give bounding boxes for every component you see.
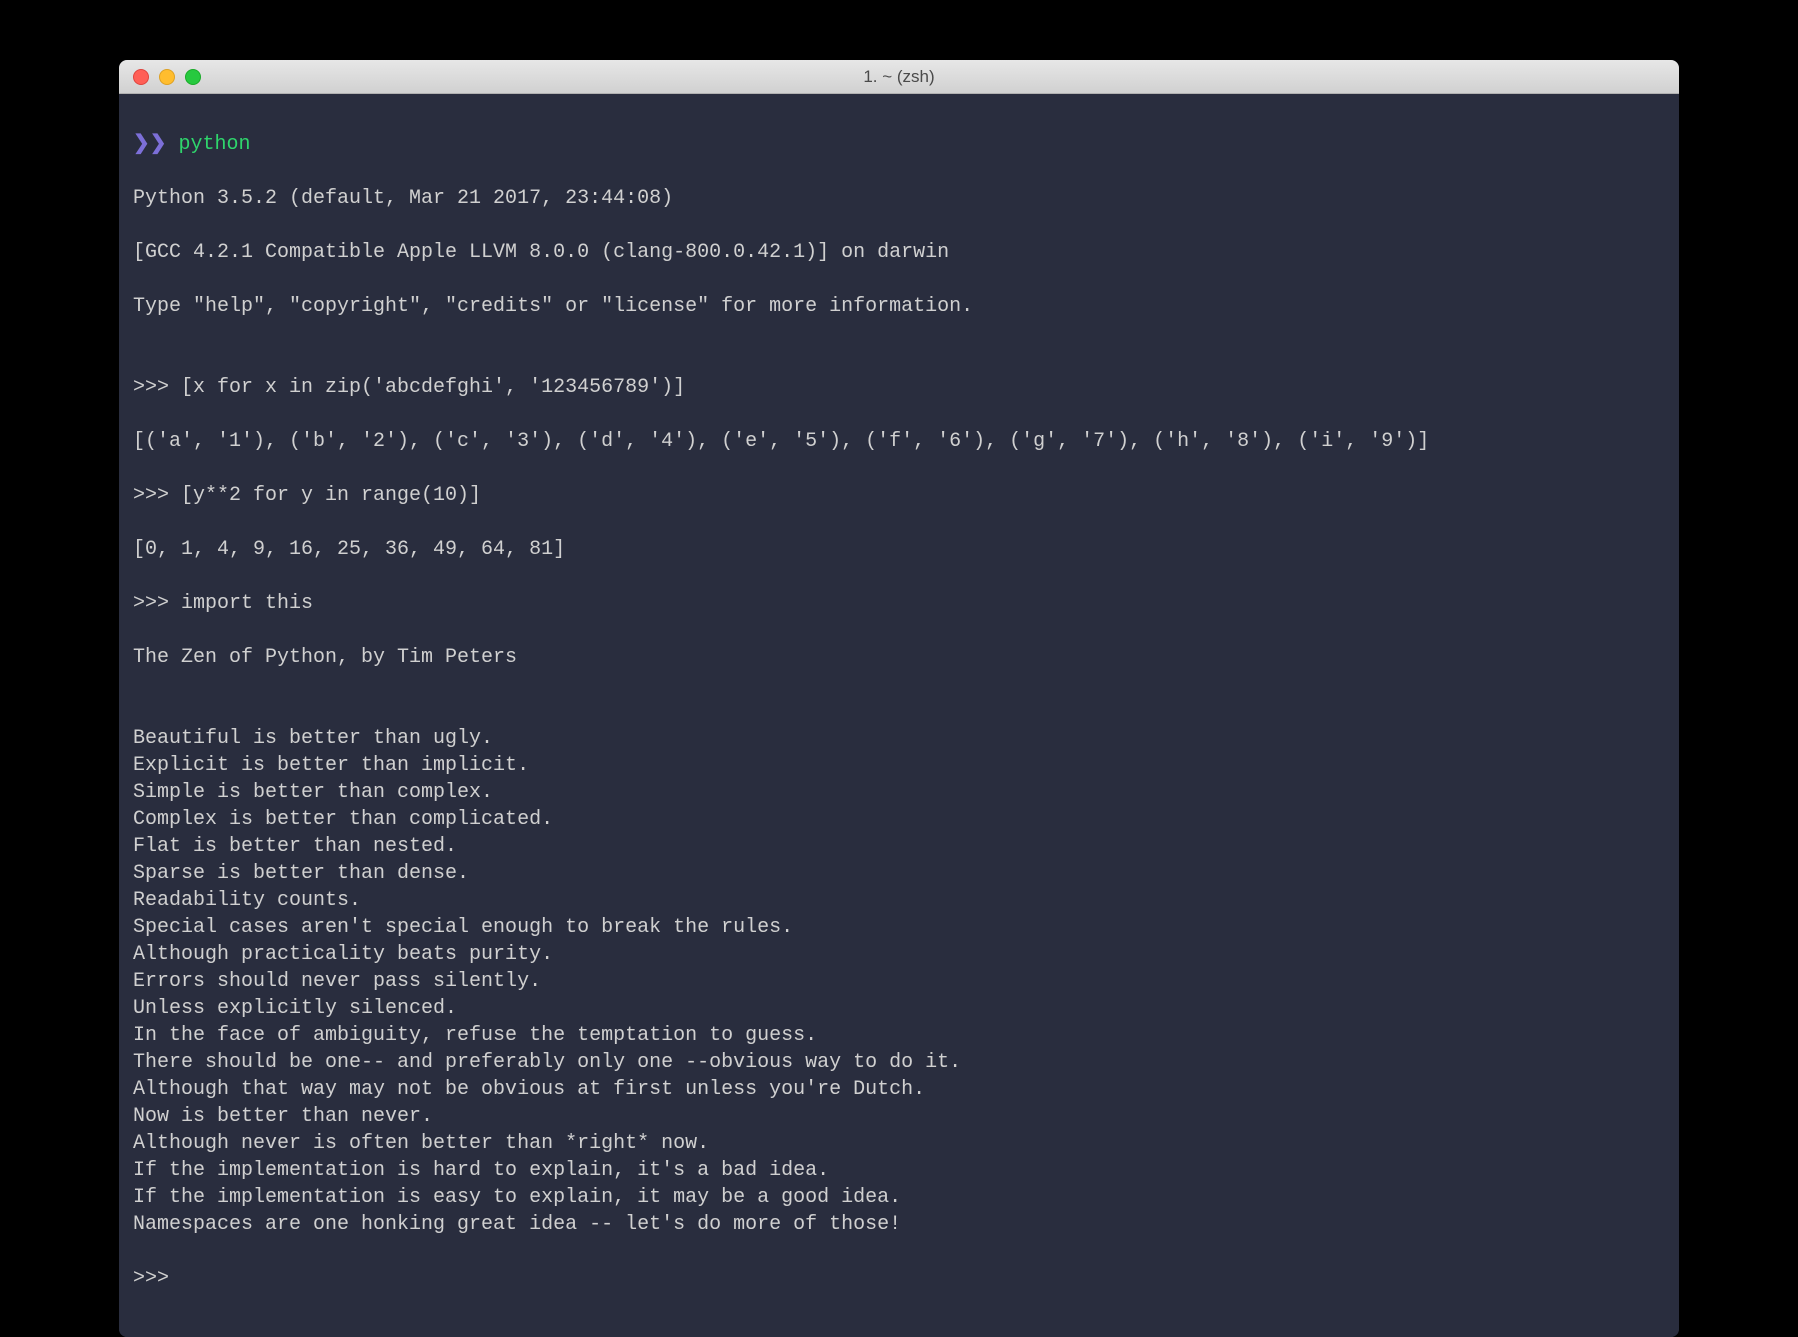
zen-line: Beautiful is better than ugly. xyxy=(133,725,1665,752)
repl-output-line: [0, 1, 4, 9, 16, 25, 36, 49, 64, 81] xyxy=(133,536,1665,563)
zen-line: Namespaces are one honking great idea --… xyxy=(133,1211,1665,1238)
zen-line: Errors should never pass silently. xyxy=(133,968,1665,995)
zen-line: If the implementation is easy to explain… xyxy=(133,1184,1665,1211)
zen-line: Explicit is better than implicit. xyxy=(133,752,1665,779)
zen-line: Special cases aren't special enough to b… xyxy=(133,914,1665,941)
close-icon[interactable] xyxy=(133,69,149,85)
zen-line: If the implementation is hard to explain… xyxy=(133,1157,1665,1184)
python-banner-line: [GCC 4.2.1 Compatible Apple LLVM 8.0.0 (… xyxy=(133,239,1665,266)
zen-line: Complex is better than complicated. xyxy=(133,806,1665,833)
zen-line: Readability counts. xyxy=(133,887,1665,914)
repl-prompt-line: >>> xyxy=(133,1265,1665,1292)
zen-lines: Beautiful is better than ugly.Explicit i… xyxy=(133,725,1665,1238)
prompt-symbol: ❯❯ xyxy=(133,133,167,156)
python-banner-line: Type "help", "copyright", "credits" or "… xyxy=(133,293,1665,320)
zen-title-line: The Zen of Python, by Tim Peters xyxy=(133,644,1665,671)
terminal-body[interactable]: ❯❯ python Python 3.5.2 (default, Mar 21 … xyxy=(119,94,1679,1337)
traffic-lights xyxy=(119,69,201,85)
terminal-window: 1. ~ (zsh) ❯❯ python Python 3.5.2 (defau… xyxy=(119,60,1679,1337)
zen-line: Flat is better than nested. xyxy=(133,833,1665,860)
zen-line: Simple is better than complex. xyxy=(133,779,1665,806)
minimize-icon[interactable] xyxy=(159,69,175,85)
repl-output-line: [('a', '1'), ('b', '2'), ('c', '3'), ('d… xyxy=(133,428,1665,455)
zen-line: In the face of ambiguity, refuse the tem… xyxy=(133,1022,1665,1049)
shell-command: python xyxy=(179,133,251,156)
zen-line: Although never is often better than *rig… xyxy=(133,1130,1665,1157)
repl-input-line: >>> [x for x in zip('abcdefghi', '123456… xyxy=(133,374,1665,401)
repl-input-line: >>> [y**2 for y in range(10)] xyxy=(133,482,1665,509)
window-titlebar[interactable]: 1. ~ (zsh) xyxy=(119,60,1679,94)
repl-input-line: >>> import this xyxy=(133,590,1665,617)
zen-line: Although practicality beats purity. xyxy=(133,941,1665,968)
zoom-icon[interactable] xyxy=(185,69,201,85)
python-banner-line: Python 3.5.2 (default, Mar 21 2017, 23:4… xyxy=(133,185,1665,212)
zen-line: Now is better than never. xyxy=(133,1103,1665,1130)
zen-line: Although that way may not be obvious at … xyxy=(133,1076,1665,1103)
zen-line: Sparse is better than dense. xyxy=(133,860,1665,887)
zen-line: There should be one-- and preferably onl… xyxy=(133,1049,1665,1076)
shell-prompt-line: ❯❯ python xyxy=(133,131,1665,158)
window-title: 1. ~ (zsh) xyxy=(119,67,1679,87)
zen-line: Unless explicitly silenced. xyxy=(133,995,1665,1022)
